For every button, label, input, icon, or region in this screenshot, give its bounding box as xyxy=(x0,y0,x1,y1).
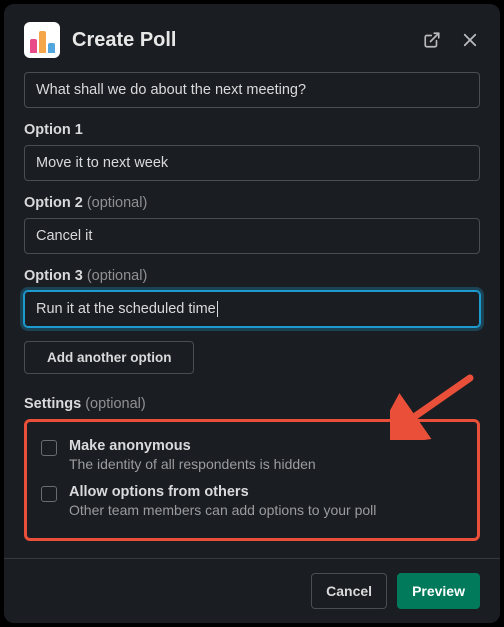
modal-body: What shall we do about the next meeting?… xyxy=(4,72,500,558)
add-option-button[interactable]: Add another option xyxy=(24,341,194,374)
setting-allow-options: Allow options from others Other team mem… xyxy=(41,478,463,524)
option-label-1: Option 1 xyxy=(24,122,480,138)
modal-header: Create Poll xyxy=(4,4,500,72)
checkbox-anonymous[interactable] xyxy=(41,440,57,456)
preview-button[interactable]: Preview xyxy=(397,573,480,609)
setting-desc: Other team members can add options to yo… xyxy=(69,502,376,518)
setting-anonymous: Make anonymous The identity of all respo… xyxy=(41,432,463,478)
setting-title: Make anonymous xyxy=(69,438,316,454)
modal-title: Create Poll xyxy=(72,29,422,52)
question-input[interactable]: What shall we do about the next meeting? xyxy=(24,72,480,108)
option-label-3: Option 3 (optional) xyxy=(24,268,480,284)
poll-app-icon xyxy=(24,22,60,58)
setting-desc: The identity of all respondents is hidde… xyxy=(69,456,316,472)
modal-footer: Cancel Preview xyxy=(4,558,500,623)
option-input-1[interactable]: Move it to next week xyxy=(24,145,480,181)
open-external-icon[interactable] xyxy=(422,30,442,50)
text-cursor xyxy=(217,301,218,317)
settings-heading: Settings (optional) xyxy=(24,396,480,412)
create-poll-modal: Create Poll What shall we do about the n… xyxy=(4,4,500,623)
cancel-button[interactable]: Cancel xyxy=(311,573,387,609)
option-input-3[interactable]: Run it at the scheduled time xyxy=(24,291,480,327)
close-icon[interactable] xyxy=(460,30,480,50)
setting-title: Allow options from others xyxy=(69,484,376,500)
option-label-2: Option 2 (optional) xyxy=(24,195,480,211)
settings-section: Make anonymous The identity of all respo… xyxy=(24,419,480,541)
option-input-2[interactable]: Cancel it xyxy=(24,218,480,254)
checkbox-allow-options[interactable] xyxy=(41,486,57,502)
